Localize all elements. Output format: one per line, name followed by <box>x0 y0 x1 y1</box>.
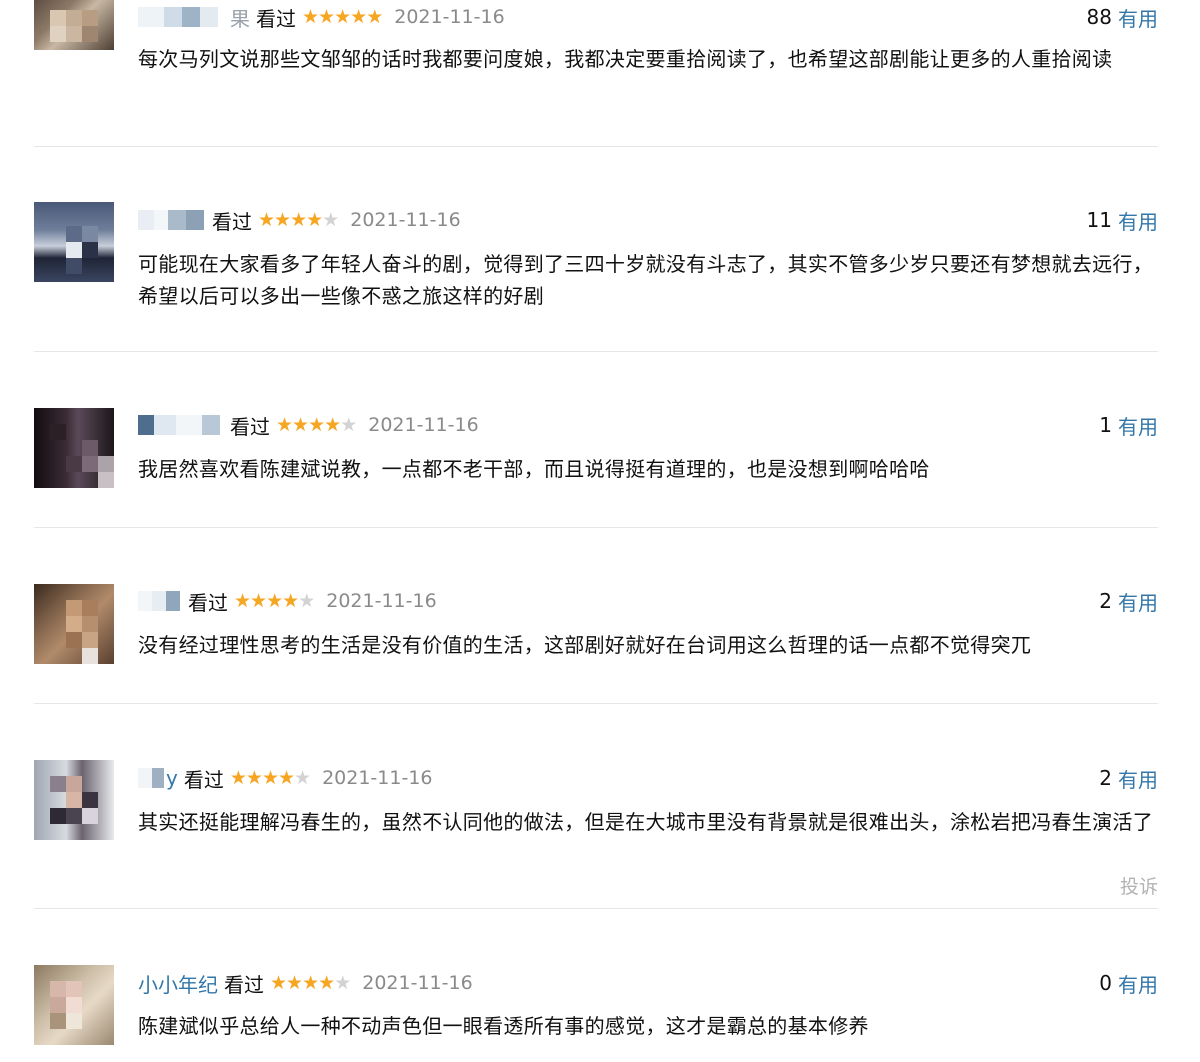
review-content: 陈建斌似乎总给人一种不动声色但一眼看透所有事的感觉，这才是霸总的基本修养 <box>138 1014 869 1038</box>
rating-stars: ★ ★ ★ ★ ★ <box>302 5 383 28</box>
star-icon: ★ <box>229 766 247 789</box>
star-icon: ★ <box>274 208 291 231</box>
star-icon: ★ <box>276 413 293 436</box>
watched-status: 看过 <box>230 414 270 439</box>
useful-count: 0 <box>1099 971 1112 995</box>
star-icon: ★ <box>258 208 275 231</box>
watched-status: 看过 <box>183 767 224 792</box>
star-icon: ★ <box>334 971 351 994</box>
username-mask <box>138 7 230 27</box>
useful-count: 11 <box>1086 208 1112 232</box>
review-content: 其实还挺能理解冯春生的，虽然不认同他的做法，但是在大城市里没有背景就是很难出头，… <box>138 810 1153 834</box>
useful-button[interactable]: 有用 <box>1118 3 1158 32</box>
username-mask <box>138 591 182 611</box>
review-date: 2021-11-16 <box>350 209 461 231</box>
star-icon: ★ <box>292 413 309 436</box>
star-icon: ★ <box>261 766 279 789</box>
username[interactable]: 小小年纪 <box>138 969 218 998</box>
star-icon: ★ <box>322 208 339 231</box>
useful-button[interactable]: 有用 <box>1118 206 1158 235</box>
username[interactable]: y <box>166 766 178 790</box>
star-icon: ★ <box>366 5 383 28</box>
star-icon: ★ <box>277 766 295 789</box>
watched-status: 看过 <box>212 209 252 234</box>
star-icon: ★ <box>290 208 307 231</box>
review-date: 2021-11-16 <box>394 6 505 28</box>
useful-count: 88 <box>1086 5 1112 29</box>
rating-stars: ★ ★ ★ ★ ★ <box>270 971 351 994</box>
review-date: 2021-11-16 <box>368 414 479 436</box>
useful-button[interactable]: 有用 <box>1118 969 1158 998</box>
star-icon: ★ <box>302 971 319 994</box>
report-link[interactable]: 投诉 <box>1120 872 1158 899</box>
star-icon: ★ <box>245 766 263 789</box>
useful-button[interactable]: 有用 <box>1118 411 1158 440</box>
avatar[interactable] <box>34 408 114 488</box>
avatar[interactable] <box>34 584 114 664</box>
star-icon: ★ <box>318 971 335 994</box>
star-icon: ★ <box>294 766 311 789</box>
useful-button[interactable]: 有用 <box>1118 587 1158 616</box>
review-date: 2021-11-16 <box>326 590 437 612</box>
watched-status: 看过 <box>224 972 264 997</box>
star-icon: ★ <box>318 5 335 28</box>
star-icon: ★ <box>270 971 287 994</box>
avatar[interactable] <box>34 965 114 1045</box>
useful-count: 1 <box>1099 413 1112 437</box>
rating-stars: ★ ★ ★ ★ ★ <box>258 208 339 231</box>
watched-status: 看过 <box>188 590 228 615</box>
rating-stars: ★ ★ ★ ★ ★ <box>229 766 311 789</box>
username[interactable]: 果 <box>230 3 250 32</box>
avatar[interactable] <box>34 202 114 282</box>
divider <box>34 908 1158 909</box>
review-content: 没有经过理性思考的生活是没有价值的生活，这部剧好就好在台词用这么哲理的话一点都不… <box>138 633 1032 657</box>
review-content: 可能现在大家看多了年轻人奋斗的剧，觉得到了三四十岁就没有斗志了，其实不管多少岁只… <box>138 252 1153 308</box>
review-date: 2021-11-16 <box>322 767 433 789</box>
watched-status: 看过 <box>256 6 296 31</box>
star-icon: ★ <box>282 589 299 612</box>
review-content: 我居然喜欢看陈建斌说教，一点都不老干部，而且说得挺有道理的，也是没想到啊哈哈哈 <box>138 457 930 481</box>
divider <box>34 703 1158 704</box>
divider <box>34 527 1158 528</box>
useful-count: 2 <box>1099 589 1112 613</box>
avatar[interactable] <box>34 0 114 50</box>
avatar[interactable] <box>34 760 114 840</box>
divider <box>34 146 1158 147</box>
star-icon: ★ <box>250 589 267 612</box>
star-icon: ★ <box>298 589 315 612</box>
rating-stars: ★ ★ ★ ★ ★ <box>276 413 357 436</box>
divider <box>34 351 1158 352</box>
star-icon: ★ <box>324 413 341 436</box>
star-icon: ★ <box>266 589 283 612</box>
review-date: 2021-11-16 <box>362 972 473 994</box>
useful-button[interactable]: 有用 <box>1118 764 1158 793</box>
star-icon: ★ <box>302 5 319 28</box>
star-icon: ★ <box>334 5 351 28</box>
star-icon: ★ <box>340 413 357 436</box>
star-icon: ★ <box>234 589 251 612</box>
star-icon: ★ <box>306 208 323 231</box>
review-content: 每次马列文说那些文邹邹的话时我都要问度娘，我都决定要重拾阅读了，也希望这部剧能让… <box>138 47 1113 71</box>
username-mask <box>138 415 224 435</box>
rating-stars: ★ ★ ★ ★ ★ <box>234 589 315 612</box>
useful-count: 2 <box>1099 766 1112 790</box>
username-mask <box>138 210 206 230</box>
username-mask <box>138 768 166 788</box>
star-icon: ★ <box>308 413 325 436</box>
review-list: 果 看过 ★ ★ ★ ★ ★ 2021-11-16 88 有用 每次马列文说那些文邹邹的… <box>0 0 1200 1062</box>
star-icon: ★ <box>286 971 303 994</box>
star-icon: ★ <box>350 5 367 28</box>
